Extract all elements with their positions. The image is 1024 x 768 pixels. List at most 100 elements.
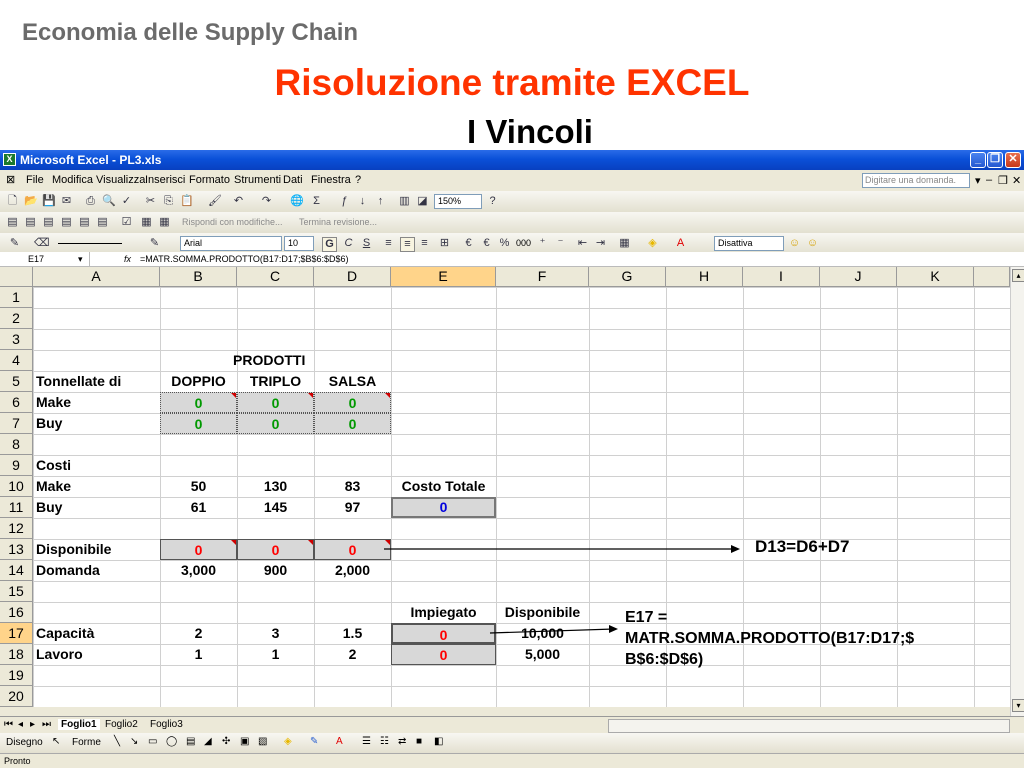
format-painter-icon[interactable]: 🖌 (208, 195, 222, 208)
align-right-icon[interactable]: ≡ (418, 237, 431, 250)
menu-help[interactable]: ? (355, 174, 361, 186)
spelling-icon[interactable]: ✓ (120, 195, 133, 208)
help-question-input[interactable]: Digitare una domanda. (862, 173, 970, 188)
tab-foglio3[interactable]: Foglio3 (150, 719, 183, 730)
forme-menu[interactable]: Forme (72, 737, 101, 748)
review-icon-1[interactable]: ▤ (6, 216, 19, 229)
sort-desc-icon[interactable]: ↑ (374, 195, 387, 208)
line-icon[interactable]: ╲ (114, 736, 120, 747)
thousands-button[interactable]: 000 (516, 238, 531, 248)
menu-file[interactable]: File (26, 174, 44, 186)
review-icon-9[interactable]: ▦ (158, 216, 171, 229)
minimize-button[interactable]: _ (970, 152, 986, 168)
italic-button[interactable]: C (342, 237, 355, 250)
fill-color-draw-icon[interactable]: ◈ (284, 736, 292, 747)
percent-button[interactable]: % (498, 237, 511, 250)
dash-style-icon[interactable]: ☷ (380, 736, 389, 747)
workbook-icon[interactable]: ⊠ (6, 173, 15, 186)
redo-icon[interactable]: ↷ (260, 195, 273, 208)
close-button[interactable]: ✕ (1005, 152, 1021, 168)
doc-restore-icon[interactable]: ❐ (998, 174, 1008, 187)
tab-foglio2[interactable]: Foglio2 (105, 719, 138, 730)
cut-icon[interactable]: ✂ (144, 195, 157, 208)
print-icon[interactable]: ⎙ (84, 195, 97, 208)
permission-icon[interactable]: ✉ (60, 195, 73, 208)
tab-foglio1[interactable]: Foglio1 (58, 719, 100, 730)
formula-input[interactable]: =MATR.SOMMA.PRODOTTO(B17:D17;$B$6:$D$6) (140, 252, 348, 266)
horizontal-scrollbar[interactable] (608, 719, 1010, 733)
review-icon-3[interactable]: ▤ (42, 216, 55, 229)
fx-icon[interactable]: fx (124, 252, 131, 266)
drawing-icon[interactable]: ◪ (416, 195, 429, 208)
menu-strumenti[interactable]: Strumenti (234, 174, 281, 186)
fill-color-icon[interactable]: ◈ (646, 237, 659, 250)
rectangle-icon[interactable]: ▭ (148, 736, 157, 747)
menu-dati[interactable]: Dati (283, 174, 303, 186)
scroll-up-icon[interactable]: ▴ (1012, 269, 1024, 282)
sort-asc-icon[interactable]: ↓ (356, 195, 369, 208)
align-left-icon[interactable]: ≡ (382, 237, 395, 250)
scroll-down-icon[interactable]: ▾ (1012, 699, 1024, 712)
wordart-icon[interactable]: ◢ (204, 736, 212, 747)
diagram-icon[interactable]: ✣ (222, 736, 230, 747)
currency-icon[interactable]: € (462, 237, 475, 250)
review-icon-2[interactable]: ▤ (24, 216, 37, 229)
review-icon-8[interactable]: ▦ (140, 216, 153, 229)
oval-icon[interactable]: ◯ (166, 736, 177, 747)
smiley-icon-2[interactable]: ☺ (806, 237, 819, 250)
menu-finestra[interactable]: Finestra (311, 174, 351, 186)
print-preview-icon[interactable]: 🔍 (102, 195, 116, 208)
bold-button[interactable]: G (322, 237, 337, 252)
save-icon[interactable]: 💾 (42, 195, 56, 208)
paste-icon[interactable]: 📋 (180, 195, 194, 208)
arrow-tool-icon[interactable]: ↘ (130, 736, 138, 747)
doc-minimize-icon[interactable]: – (986, 174, 992, 186)
tab-next-icon[interactable]: ▸ (30, 719, 35, 730)
increase-indent-icon[interactable]: ⇥ (594, 237, 607, 250)
euro-icon[interactable]: € (480, 237, 493, 250)
smiley-icon[interactable]: ☺ (788, 237, 801, 250)
3d-icon[interactable]: ◧ (434, 736, 443, 747)
review-icon-5[interactable]: ▤ (78, 216, 91, 229)
function-icon[interactable]: ƒ (338, 195, 351, 208)
borders-icon[interactable]: ▦ (618, 237, 631, 250)
tab-last-icon[interactable]: ⏭ (42, 719, 51, 730)
shadow-icon[interactable]: ■ (416, 736, 422, 747)
line-style-icon[interactable]: ☰ (362, 736, 371, 747)
undo-icon[interactable]: ↶ (232, 195, 245, 208)
copy-icon[interactable]: ⎘ (162, 195, 175, 208)
review-icon-6[interactable]: ▤ (96, 216, 109, 229)
underline-button[interactable]: S (360, 237, 373, 250)
line-color-draw-icon[interactable]: ✎ (310, 736, 318, 747)
tab-first-icon[interactable]: ⏮ (4, 719, 13, 730)
hyperlink-icon[interactable]: 🌐 (290, 195, 304, 208)
select-objects-icon[interactable]: ↖ (52, 736, 60, 747)
font-name-select[interactable]: Arial (180, 236, 282, 251)
menu-formato[interactable]: Formato (189, 174, 230, 186)
font-color-icon[interactable]: A (674, 237, 687, 250)
new-icon[interactable]: 🗋 (6, 195, 19, 208)
decrease-indent-icon[interactable]: ⇤ (576, 237, 589, 250)
doc-close-icon[interactable]: ✕ (1012, 174, 1021, 187)
line-color-icon[interactable]: ✎ (148, 237, 161, 250)
disegno-menu[interactable]: Disegno (6, 737, 43, 748)
increase-decimal-icon[interactable]: ⁺ (536, 237, 549, 250)
zoom-select[interactable]: 150% (434, 194, 482, 209)
autosum-icon[interactable]: Σ (310, 195, 323, 208)
review-icon-4[interactable]: ▤ (60, 216, 73, 229)
name-box[interactable]: E17 (0, 252, 90, 266)
clipart-icon[interactable]: ▣ (240, 736, 249, 747)
help-icon[interactable]: ? (486, 195, 499, 208)
help-dropdown-icon[interactable]: ▾ (975, 174, 981, 187)
align-center-icon[interactable]: ≡ (400, 237, 415, 252)
merge-center-icon[interactable]: ⊞ (438, 237, 451, 250)
restore-button[interactable]: ❐ (987, 152, 1003, 168)
reply-with-changes-button[interactable]: Rispondi con modifiche... (182, 217, 283, 227)
name-box-dropdown-icon[interactable]: ▾ (78, 252, 83, 266)
font-size-select[interactable]: 10 (284, 236, 314, 251)
review-icon-7[interactable]: ☑ (120, 216, 133, 229)
tab-prev-icon[interactable]: ◂ (18, 719, 23, 730)
decrease-decimal-icon[interactable]: ⁻ (554, 237, 567, 250)
pen-icon[interactable]: ✎ (8, 237, 21, 250)
end-review-button[interactable]: Termina revisione... (299, 217, 377, 227)
